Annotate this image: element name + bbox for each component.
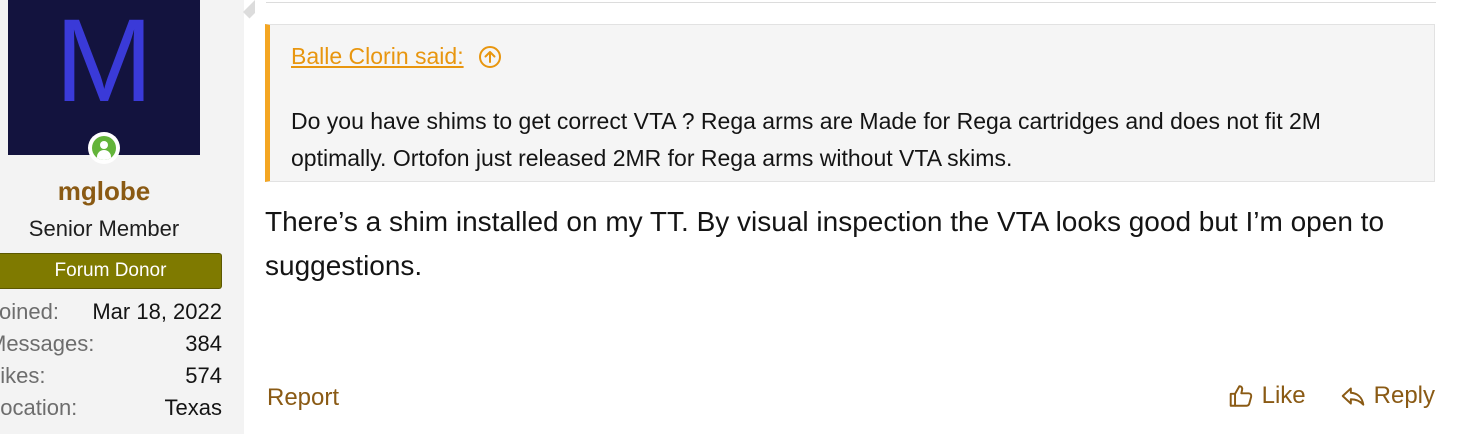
stat-value: Mar 18, 2022 <box>92 299 222 324</box>
stat-value: 384 <box>185 331 222 356</box>
report-link[interactable]: Report <box>267 384 339 412</box>
stat-joined: Joined: Mar 18, 2022 <box>0 296 222 328</box>
like-label: Like <box>1261 382 1306 409</box>
message-content: Balle Clorin said: Do you have shims to … <box>243 0 1471 434</box>
reply-label: Reply <box>1373 382 1435 409</box>
stat-messages: Messages: 384 <box>0 328 222 360</box>
stat-value: Texas <box>164 395 222 420</box>
reply-button[interactable]: Reply <box>1340 382 1435 410</box>
online-status-icon <box>88 132 120 164</box>
stat-location: Location: Texas <box>0 392 222 424</box>
jump-to-quote-icon[interactable] <box>478 45 502 69</box>
stat-label: Messages: <box>0 331 95 356</box>
stat-likes: Likes: 574 <box>0 360 222 392</box>
thumbs-up-icon <box>1229 385 1252 407</box>
quote-block: Balle Clorin said: Do you have shims to … <box>265 24 1435 182</box>
stat-label: Joined: <box>0 299 59 324</box>
user-title: Senior Member <box>28 216 180 241</box>
post-text: There’s a shim installed on my TT. By vi… <box>265 206 1385 281</box>
message-pointer <box>243 0 255 35</box>
username[interactable]: mglobe <box>0 176 208 207</box>
post-actions: Like Reply <box>1228 382 1435 410</box>
reply-icon <box>1341 387 1364 406</box>
stat-label: Likes: <box>0 363 46 388</box>
like-button[interactable]: Like <box>1228 382 1306 410</box>
quote-text: Do you have shims to get correct VTA ? R… <box>291 108 1321 171</box>
stat-value: 574 <box>185 363 222 388</box>
user-panel: M mglobe Senior Member Forum Donor Joine… <box>0 0 245 434</box>
forum-donor-banner: Forum Donor <box>0 253 222 289</box>
quote-author-link[interactable]: Balle Clorin said: <box>291 43 464 70</box>
stat-label: Location: <box>0 395 78 420</box>
divider <box>266 2 1436 3</box>
quote-header: Balle Clorin said: <box>291 43 502 70</box>
user-stats: Joined: Mar 18, 2022 Messages: 384 Likes… <box>0 296 222 424</box>
